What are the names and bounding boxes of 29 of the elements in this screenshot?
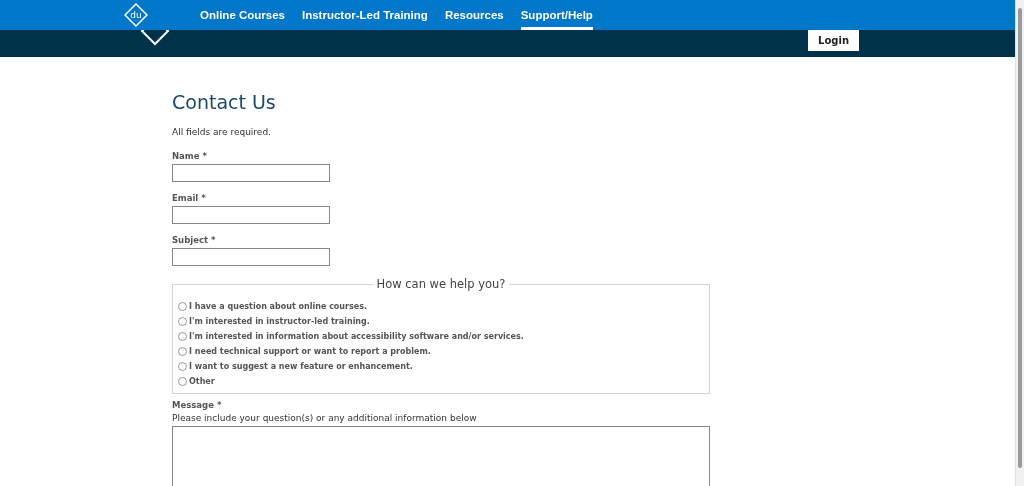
radio-icon[interactable]	[178, 302, 187, 311]
radio-icon[interactable]	[178, 332, 187, 341]
radio-option[interactable]: I want to suggest a new feature or enhancement.	[178, 359, 413, 374]
login-button[interactable]: Login	[808, 30, 859, 51]
radio-icon[interactable]	[178, 377, 187, 386]
radio-option[interactable]: I have a question about online courses.	[178, 299, 367, 314]
required-note: All fields are required.	[172, 127, 271, 137]
radio-icon[interactable]	[178, 362, 187, 371]
field-label: Email *	[172, 193, 206, 203]
radio-option[interactable]: I need technical support or want to report a problem.	[178, 344, 431, 359]
radio-icon[interactable]	[178, 347, 187, 356]
field-label: Message *	[172, 400, 222, 410]
radio-icon[interactable]	[178, 317, 187, 326]
scrollbar[interactable]	[1015, 0, 1024, 486]
fieldset-legend: How can we help you?	[372, 277, 510, 291]
field-label: Subject *	[172, 235, 216, 245]
text-field[interactable]	[172, 248, 330, 266]
radio-option[interactable]: I'm interested in instructor-led training.	[178, 314, 370, 329]
nav-link[interactable]: Resources	[444, 0, 504, 30]
logo-icon[interactable]: du	[124, 3, 148, 27]
field-label: Name *	[172, 151, 207, 161]
nav-link[interactable]: Online Courses	[200, 0, 285, 30]
field-hint: Please include your question(s) or any additional information below	[172, 413, 477, 423]
radio-option[interactable]: I'm interested in information about accessibility software and/or services.	[178, 329, 524, 344]
radio-option[interactable]: Other	[178, 374, 215, 389]
nav-link[interactable]: Instructor-Led Training	[302, 0, 428, 30]
text-field[interactable]	[172, 164, 330, 182]
text-field[interactable]	[172, 206, 330, 224]
page-title: Contact Us	[172, 91, 276, 113]
